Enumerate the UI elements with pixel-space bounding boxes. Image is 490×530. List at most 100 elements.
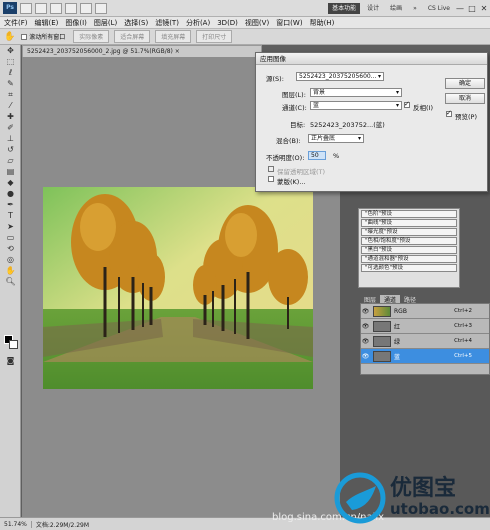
preset-levels[interactable]: "色阶"预设	[361, 210, 457, 218]
opacity-unit: %	[333, 152, 340, 160]
invert-checkbox[interactable]	[404, 100, 410, 108]
3d-rotate-tool-icon[interactable]: ⟲	[3, 244, 18, 254]
mask-label: 蒙版(K)...	[277, 178, 306, 186]
preset-hue-saturation[interactable]: "色相/饱和度"预设	[361, 237, 457, 245]
eye-icon[interactable]: 👁︎	[361, 323, 370, 330]
workspace-design[interactable]: 设计	[363, 3, 383, 14]
workspace-painting[interactable]: 绘画	[386, 3, 406, 14]
channel-row-green[interactable]: 👁︎ 绿 Ctrl+4	[361, 334, 489, 349]
blur-tool-icon[interactable]: ◆	[3, 178, 18, 188]
screen-mode-button[interactable]	[95, 2, 107, 14]
channel-row-red[interactable]: 👁︎ 红 Ctrl+3	[361, 319, 489, 334]
menu-window[interactable]: 窗口(W)	[276, 18, 302, 28]
stamp-tool-icon[interactable]: ⊥	[3, 134, 18, 144]
menu-select[interactable]: 选择(S)	[124, 18, 148, 28]
3d-orbit-tool-icon[interactable]: ◎	[3, 255, 18, 265]
workspace-essentials[interactable]: 基本功能	[328, 2, 361, 14]
fit-screen-button[interactable]: 适合屏幕	[114, 30, 151, 43]
scroll-all-checkbox[interactable]	[21, 33, 28, 40]
menu-file[interactable]: 文件(F)	[4, 18, 28, 28]
channel-shortcut: Ctrl+3	[454, 323, 472, 329]
move-tool-icon[interactable]: ✥	[3, 46, 18, 56]
cs-live-button[interactable]: CS Live	[424, 3, 454, 14]
tab-layers[interactable]: 图层	[360, 295, 380, 304]
channel-thumbnail	[373, 335, 391, 347]
shape-tool-icon[interactable]: ▭	[3, 233, 18, 243]
menu-view[interactable]: 视图(V)	[245, 18, 269, 28]
crop-tool-icon[interactable]: ⌗	[3, 90, 18, 100]
marquee-tool-icon[interactable]: ⬚	[3, 57, 18, 67]
preset-selective-color[interactable]: "可选颜色"预设	[361, 264, 457, 272]
eye-icon[interactable]: 👁︎	[361, 353, 370, 360]
hand-tool-icon[interactable]: ✋	[3, 266, 18, 276]
preview-label: 预览(P)	[455, 113, 477, 121]
close-button[interactable]: ✕	[478, 3, 490, 14]
adjustments-presets-panel: "色阶"预设 "曲线"预设 "曝光度"预设 "色相/饱和度"预设 "黑白"预设 …	[358, 208, 460, 288]
tab-channels[interactable]: 通道	[380, 295, 401, 304]
document-tab[interactable]: 5252423_203752056000_2.jpg @ 51.7%(RGB/8…	[22, 45, 262, 57]
pen-tool-icon[interactable]: ✒	[3, 200, 18, 210]
launch-bridge-button[interactable]	[20, 2, 32, 14]
background-color-swatch[interactable]	[9, 340, 18, 349]
preview-checkbox[interactable]	[446, 109, 452, 117]
hand-tool-icon: ✋	[4, 31, 16, 42]
preset-curves[interactable]: "曲线"预设	[361, 219, 457, 227]
eye-icon[interactable]: 👁︎	[361, 338, 370, 345]
path-select-tool-icon[interactable]: ➤	[3, 222, 18, 232]
workspace-more[interactable]: »	[409, 3, 421, 14]
quick-mask-icon[interactable]: ◙	[3, 356, 18, 366]
zoom-tool-icon[interactable]: 🔍︎	[3, 277, 18, 287]
channel-row-blue[interactable]: 👁︎ 蓝 Ctrl+5	[361, 349, 489, 364]
blending-label: 混合(B):	[276, 137, 301, 145]
actual-pixels-button[interactable]: 实际像素	[73, 30, 110, 43]
channel-select[interactable]: 蓝	[310, 101, 402, 110]
preset-exposure[interactable]: "曝光度"预设	[361, 228, 457, 236]
menu-edit[interactable]: 编辑(E)	[35, 18, 59, 28]
blending-select[interactable]: 正片叠底	[308, 134, 364, 143]
dodge-tool-icon[interactable]: ●	[3, 189, 18, 199]
preset-black-white[interactable]: "黑白"预设	[361, 246, 457, 254]
menu-analysis[interactable]: 分析(A)	[186, 18, 210, 28]
menu-filter[interactable]: 滤镜(T)	[155, 18, 179, 28]
utobao-domain: utobao.com	[390, 500, 490, 518]
fill-screen-button[interactable]: 填充屏幕	[155, 30, 192, 43]
preserve-transparency-checkbox[interactable]	[268, 166, 274, 172]
channel-row-rgb[interactable]: 👁︎ RGB Ctrl+2	[361, 304, 489, 319]
channel-name: RGB	[394, 307, 407, 315]
gradient-tool-icon[interactable]: ▤	[3, 167, 18, 177]
layer-select[interactable]: 背景	[310, 88, 402, 97]
lasso-tool-icon[interactable]: ℓ	[3, 68, 18, 78]
menu-layer[interactable]: 图层(L)	[94, 18, 117, 28]
brush-tool-icon[interactable]: ✐	[3, 123, 18, 133]
quick-select-tool-icon[interactable]: ✎	[3, 79, 18, 89]
eye-icon[interactable]: 👁︎	[361, 308, 370, 315]
cancel-button[interactable]: 取消	[445, 93, 485, 104]
opacity-input[interactable]: 50	[308, 151, 326, 160]
type-tool-icon[interactable]: T	[3, 211, 18, 221]
arrange-documents-button[interactable]	[80, 2, 92, 14]
source-select[interactable]: 5252423_20375205600...	[296, 72, 384, 81]
channel-thumbnail	[373, 320, 391, 332]
maximize-button[interactable]: □	[466, 3, 478, 14]
zoom-level[interactable]: 51.74%	[0, 520, 32, 528]
menu-help[interactable]: 帮助(H)	[310, 18, 335, 28]
menu-image[interactable]: 图像(I)	[65, 18, 87, 28]
healing-tool-icon[interactable]: ✚	[3, 112, 18, 122]
tab-paths[interactable]: 路径	[400, 295, 420, 304]
preset-channel-mixer[interactable]: "通道混和器"预设	[361, 255, 457, 263]
utobao-cn-name: 优图宝	[390, 476, 457, 501]
launch-mini-bridge-button[interactable]	[35, 2, 47, 14]
channel-shortcut: Ctrl+2	[454, 308, 472, 314]
print-size-button[interactable]: 打印尺寸	[196, 30, 233, 43]
ok-button[interactable]: 确定	[445, 78, 485, 89]
zoom-level-button[interactable]	[65, 2, 77, 14]
history-brush-tool-icon[interactable]: ↺	[3, 145, 18, 155]
mask-checkbox[interactable]	[268, 176, 274, 182]
minimize-button[interactable]: —	[454, 3, 466, 14]
eraser-tool-icon[interactable]: ▱	[3, 156, 18, 166]
menu-3d[interactable]: 3D(D)	[217, 19, 238, 27]
eyedropper-tool-icon[interactable]: ⁄	[3, 101, 18, 111]
view-extras-button[interactable]	[50, 2, 62, 14]
scroll-all-label: 滚动所有窗口	[29, 34, 66, 41]
document-image[interactable]	[43, 187, 313, 389]
